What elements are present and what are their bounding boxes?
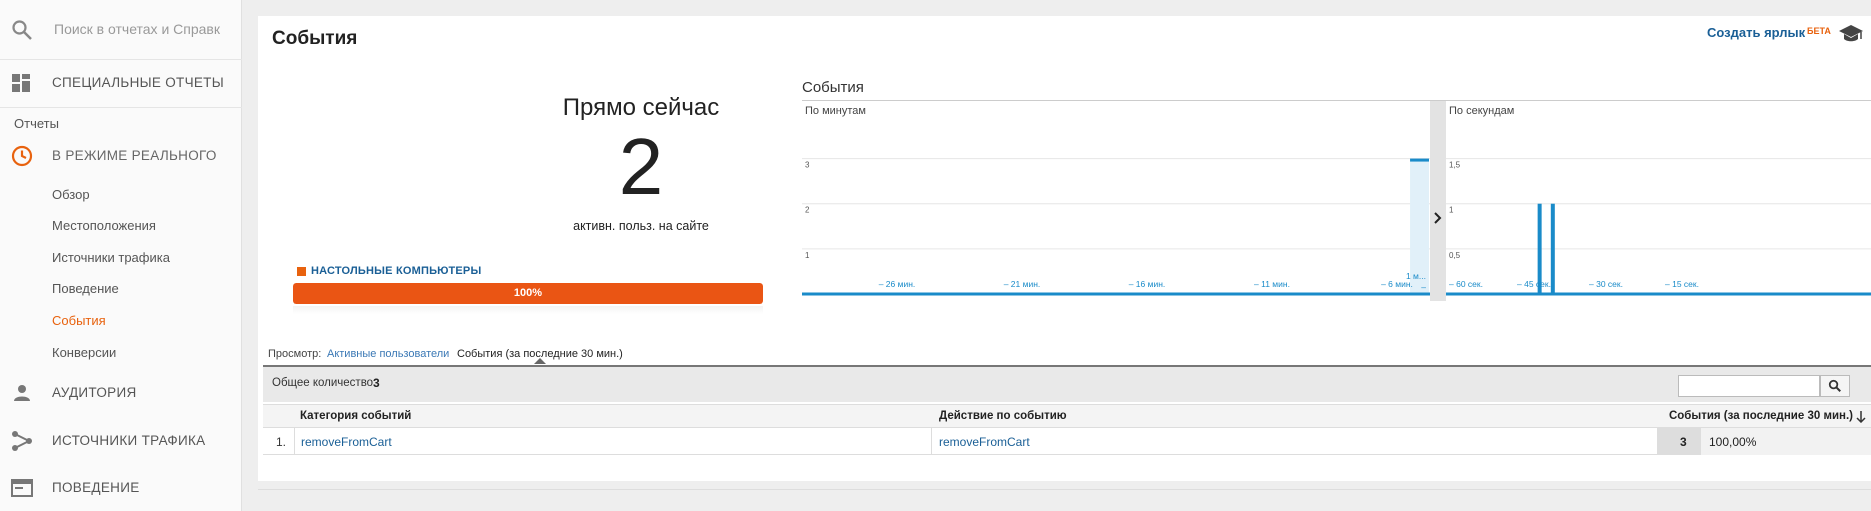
bar [1550,203,1555,294]
clock-icon [11,145,33,167]
sidebar-item-label: АУДИТОРИЯ [52,385,137,400]
device-progress-label: 100% [513,287,543,299]
behavior-icon [11,479,33,497]
x-tick-label: – 11 мин. [1254,279,1290,289]
divider [258,489,1871,490]
y-tick-label: 1 [1449,206,1454,215]
search-icon [12,20,32,40]
total-label: Общее количество: [272,377,377,389]
sidebar-item-realtime[interactable]: В РЕЖИМЕ РЕАЛЬНОГО [0,132,242,180]
search-icon [1828,379,1841,392]
sidebar-item-overview[interactable]: Обзор [52,187,90,202]
y-tick-label: 1 [805,251,810,260]
group-label-reports: Отчеты [14,116,59,131]
page-title: События [272,28,358,49]
sidebar-item-content[interactable]: Поведение [52,281,119,296]
column-header-action[interactable]: Действие по событию [939,410,1067,422]
sort-descending-icon[interactable] [1856,411,1866,423]
device-label: НАСТОЛЬНЫЕ КОМПЬЮТЕРЫ [311,265,482,277]
device-progress-bar: 100% [293,283,763,304]
x-tick-label: – 16 мин. [1129,279,1166,289]
sidebar-item-label: СПЕЦИАЛЬНЫЕ ОТЧЕТЫ [52,75,224,90]
column-header-events[interactable]: События (за последние 30 мин.) [1669,410,1853,422]
row-events-value: 3 [1680,435,1687,449]
sidebar-item-audience[interactable]: АУДИТОРИЯ [0,369,242,417]
sidebar-item-label: ИСТОЧНИКИ ТРАФИКА [52,433,206,448]
events-charts: По минутам 1 2 3 – 26 мин. – 21 мин. – 16 мин.… [802,101,1871,301]
y-tick-label: 0,5 [1449,251,1461,260]
chart-separator [1430,101,1446,301]
x-tick-label: – 45 сек. [1517,279,1551,289]
legend-swatch [297,267,306,276]
total-value: 3 [373,376,380,390]
sidebar-item-acquisition[interactable]: ИСТОЧНИКИ ТРАФИКА [0,417,242,465]
divider [294,428,295,455]
chart-subtitle: По секундам [1449,105,1514,117]
sidebar-item-traffic-sources[interactable]: Источники трафика [52,250,170,265]
metric-value-cell [1657,428,1701,455]
table-search-button[interactable] [1820,375,1850,397]
table-summary: Общее количество: 3 [263,367,1871,402]
y-tick-label: 3 [805,161,810,170]
active-users-label: активн. польз. на сайте [573,219,709,233]
y-tick-label: 1,5 [1449,161,1461,170]
bar [1410,158,1429,162]
sidebar-search[interactable]: Поиск в отчетах и Справк [0,0,242,60]
row-action-link[interactable]: removeFromCart [939,435,1030,449]
column-header-category[interactable]: Категория событий [300,410,411,422]
caret-up-icon [534,358,546,364]
graduation-cap-icon[interactable] [1838,22,1864,44]
divider [0,107,242,108]
sidebar-item-events[interactable]: События [52,313,106,328]
table-row: 1. removeFromCart removeFromCart 3 100,0… [263,428,1871,455]
x-tick-label: – 21 мин. [1004,279,1041,289]
row-events-percent: 100,00% [1709,435,1757,449]
sidebar-item-custom-reports[interactable]: СПЕЦИАЛЬНЫЕ ОТЧЕТЫ [0,59,242,107]
person-icon [14,385,30,401]
main-panel: События Создать ярлык БЕТА Прямо сейчас … [258,16,1871,481]
row-category-link[interactable]: removeFromCart [301,435,392,449]
table-header: Категория событий Действие по событию Со… [263,404,1871,428]
x-tick-label: – [1421,282,1426,292]
chart-subtitle: По минутам [805,105,866,117]
dashboard-icon [12,74,30,92]
active-users-count: 2 [618,122,664,211]
x-tick-label: 1 м... [1406,271,1426,281]
search-input[interactable]: Поиск в отчетах и Справк [54,21,220,37]
sidebar-item-conversions[interactable]: Конверсии [52,345,116,360]
view-label: Просмотр: [268,348,322,360]
sidebar-item-locations[interactable]: Местоположения [52,218,156,233]
view-active-users-link[interactable]: Активные пользователи [327,348,449,360]
sidebar-item-behavior[interactable]: ПОВЕДЕНИЕ [0,464,242,511]
row-index: 1. [276,435,287,449]
divider [931,428,932,455]
sidebar-item-label: ПОВЕДЕНИЕ [52,480,140,495]
x-tick-label: – 60 сек. [1449,279,1483,289]
right-now-title: Прямо сейчас [562,94,720,121]
beta-badge: БЕТА [1807,26,1831,36]
chart-title: События [802,79,864,96]
create-shortcut-link[interactable]: Создать ярлык [1707,25,1805,40]
x-tick-label: – 15 сек. [1665,279,1699,289]
x-tick-label: – 30 сек. [1589,279,1623,289]
y-tick-label: 2 [805,206,810,215]
table-search-input[interactable] [1678,375,1820,397]
sidebar-item-label: В РЕЖИМЕ РЕАЛЬНОГО [52,148,217,163]
bar-shadow [293,306,763,314]
acquisition-icon [12,431,32,451]
x-tick-label: – 26 мин. [879,279,916,289]
sidebar: Поиск в отчетах и Справк СПЕЦИАЛЬНЫЕ ОТЧ… [0,0,242,511]
